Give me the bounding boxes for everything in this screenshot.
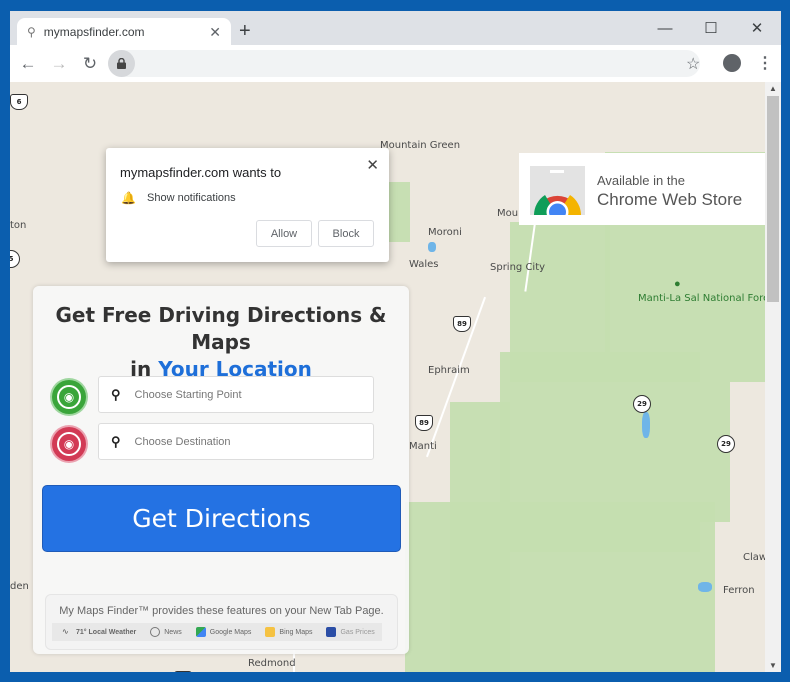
start-point-field[interactable]: ⚲ <box>98 376 374 413</box>
feature-item: Google Maps <box>195 627 251 637</box>
tree-icon: ● <box>674 278 681 290</box>
map-label: Moroni <box>428 227 462 238</box>
chrome-icon <box>534 195 581 215</box>
permission-label: Show notifications <box>147 192 236 204</box>
destination-pin-icon: ◉ <box>52 427 86 461</box>
destination-input[interactable] <box>134 435 355 448</box>
map-label: Mountain Green <box>380 140 461 151</box>
start-pin-icon: ◉ <box>52 380 86 414</box>
news-icon <box>150 627 161 637</box>
tab-close-icon[interactable]: ✕ <box>209 24 221 41</box>
forest-label: Manti-La Sal National Forest <box>638 293 765 304</box>
feature-item: ∿ 71° Local Weather <box>62 627 137 636</box>
directions-card: Get Free Driving Directions & Maps in Yo… <box>33 286 409 654</box>
forward-button[interactable]: → <box>46 51 72 77</box>
route-marker: 29 <box>717 435 735 453</box>
route-shield: 89 <box>453 316 471 332</box>
popup-close-icon[interactable]: ✕ <box>366 156 379 174</box>
route-shield: 6 <box>10 94 28 110</box>
search-icon: ⚲ <box>111 386 121 402</box>
toolbar: ← → ↻ ☆ ⋮ <box>10 45 781 82</box>
map-label: Ephraim <box>428 365 470 376</box>
get-directions-button[interactable]: Get Directions <box>42 485 401 552</box>
notification-permission-popup: mymapsfinder.com wants to ✕ 🔔 Show notif… <box>106 148 389 262</box>
map-label: Ferron <box>723 585 755 596</box>
map-label: Spring City <box>490 262 546 273</box>
features-description: My Maps Finder™ provides these features … <box>59 605 384 617</box>
map-label: Redmond <box>248 658 296 669</box>
tab-active[interactable]: ⚲ mymapsfinder.com ✕ <box>17 18 231 46</box>
features-panel: My Maps Finder™ provides these features … <box>45 594 398 650</box>
lake <box>698 582 712 592</box>
map-label: den <box>10 581 29 592</box>
route-marker: 29 <box>633 395 651 413</box>
chrome-web-store-badge[interactable]: Available in the Chrome Web Store <box>519 153 765 225</box>
account-icon[interactable] <box>723 54 741 72</box>
bookmark-star-icon[interactable]: ☆ <box>686 54 700 74</box>
page-content: Mountain Green Levan Mount Pleasant Moro… <box>10 82 765 672</box>
forest-area <box>405 502 715 672</box>
vertical-scrollbar[interactable]: ▲ ▼ <box>765 82 781 672</box>
map-label: ton <box>10 220 27 231</box>
card-title: Get Free Driving Directions & Maps in Yo… <box>33 302 409 383</box>
site-info-button[interactable] <box>108 50 135 77</box>
map-label: Claw <box>743 552 765 563</box>
scrollbar-thumb[interactable] <box>767 96 779 302</box>
feature-item: Gas Prices <box>326 627 375 637</box>
start-point-input[interactable] <box>134 388 355 401</box>
menu-icon[interactable]: ⋮ <box>757 53 773 73</box>
route-shield: 50 <box>174 671 192 672</box>
map-label: Wales <box>409 259 439 270</box>
new-tab-button[interactable]: + <box>239 21 251 41</box>
cws-line2: Chrome Web Store <box>597 190 743 209</box>
title-line1: Get Free Driving Directions & Maps <box>55 303 387 354</box>
tab-strip: ⚲ mymapsfinder.com ✕ + — ☐ ✕ <box>10 11 781 46</box>
feature-item: News <box>150 627 182 637</box>
map-label: Manti <box>409 441 437 452</box>
address-bar[interactable] <box>108 50 700 77</box>
destination-field[interactable]: ⚲ <box>98 423 374 460</box>
tab-title: mymapsfinder.com <box>43 25 145 39</box>
chrome-web-store-logo <box>530 166 585 215</box>
close-window-button[interactable]: ✕ <box>734 15 780 41</box>
minimize-button[interactable]: — <box>642 15 688 41</box>
popup-title: mymapsfinder.com wants to <box>120 165 282 180</box>
allow-button[interactable]: Allow <box>256 220 312 247</box>
google-maps-icon <box>195 627 206 637</box>
search-icon: ⚲ <box>111 433 121 449</box>
lock-icon <box>117 58 126 69</box>
search-icon: ⚲ <box>27 25 36 39</box>
scroll-down-icon[interactable]: ▼ <box>769 661 777 670</box>
lake <box>642 412 650 438</box>
reload-button[interactable]: ↻ <box>77 51 103 77</box>
back-button[interactable]: ← <box>15 51 41 77</box>
route-marker: 5 <box>10 250 20 268</box>
block-button[interactable]: Block <box>318 220 374 247</box>
bing-maps-icon <box>265 627 276 637</box>
gas-prices-icon <box>326 627 337 637</box>
browser-window: ⚲ mymapsfinder.com ✕ + — ☐ ✕ ← → ↻ ☆ ⋮ M… <box>10 11 781 672</box>
permission-row: 🔔 Show notifications <box>121 191 236 205</box>
lake <box>428 242 436 252</box>
bell-icon: 🔔 <box>121 191 136 205</box>
maximize-button[interactable]: ☐ <box>688 15 734 41</box>
window-controls: — ☐ ✕ <box>642 15 780 41</box>
weather-icon: ∿ <box>62 627 69 636</box>
features-strip: ∿ 71° Local Weather News Google Maps Bing… <box>52 623 382 641</box>
feature-item: Bing Maps <box>265 627 312 637</box>
scroll-up-icon[interactable]: ▲ <box>769 84 777 93</box>
route-shield: 89 <box>415 415 433 431</box>
cws-line1: Available in the <box>597 173 685 188</box>
